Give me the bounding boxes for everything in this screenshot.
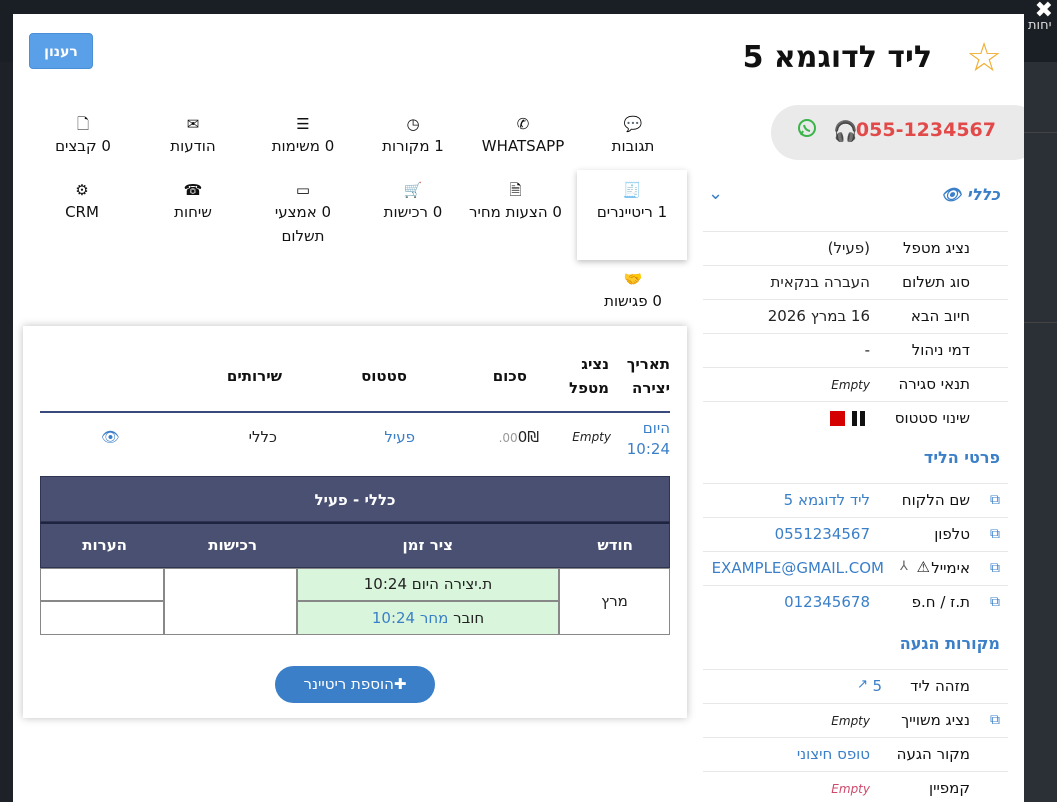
phone-number[interactable]: 055-1234567: [856, 119, 996, 141]
file-icon: 🗋: [76, 115, 90, 133]
page-title: ליד לדוגמא 5: [742, 40, 932, 75]
info-row-management-fee: דמי ניהול -: [703, 333, 1008, 367]
row-created[interactable]: היום 10:24: [620, 418, 670, 460]
merge-icon[interactable]: ⅄: [900, 559, 908, 574]
info-row-assigned-agent: ⧉ נציג משוייך Empty: [703, 703, 1008, 737]
background-left-edge: [0, 62, 14, 802]
info-row-source: מקור הגעה טופס חיצוני: [703, 737, 1008, 771]
envelope-icon: ✉: [186, 115, 200, 133]
retainers-panel: תאריך יצירה נציג מטפל סכום סטטוס שירותים…: [23, 326, 687, 718]
tasks-icon: ☰: [296, 115, 310, 133]
add-retainer-button[interactable]: ✚הוספת ריטיינר: [275, 666, 435, 703]
close-icon[interactable]: ✖: [1035, 0, 1053, 22]
copy-icon[interactable]: ⧉: [990, 560, 1000, 576]
warning-icon: ⚠: [916, 558, 930, 576]
copy-icon[interactable]: ⧉: [990, 594, 1000, 610]
headset-icon[interactable]: 🎧: [833, 119, 858, 143]
tab-payment-methods[interactable]: ▭ 0 אמצעי תשלום: [258, 180, 348, 248]
copy-icon[interactable]: ⧉: [990, 526, 1000, 542]
info-row-next-charge: חיוב הבא 16 במרץ 2026: [703, 299, 1008, 333]
info-row-lead-id: מזהה ליד 5 ↗: [703, 669, 1008, 703]
info-row-customer-name: ⧉ שם הלקוח ליד לדוגמא 5: [703, 483, 1008, 517]
retainer-detail-header: חודש ציר זמן רכישות הערות: [40, 522, 670, 568]
tab-purchases[interactable]: 🛒 0 רכישות: [368, 180, 458, 224]
tab-sources[interactable]: ◷ 1 מקורות: [363, 114, 463, 158]
row-services: כללי: [248, 428, 277, 446]
phone-icon: ☎: [183, 181, 203, 199]
purchases-cell: [164, 568, 297, 635]
phone-bar: 055-1234567 🎧: [771, 105, 1024, 160]
tab-calls[interactable]: ☎ שיחות: [148, 180, 238, 224]
chevron-down-icon[interactable]: ⌄: [708, 183, 723, 204]
credit-card-icon: ▭: [295, 181, 311, 199]
col-agent-header[interactable]: נציג מטפל: [559, 352, 609, 400]
star-icon[interactable]: ☆: [966, 38, 1002, 78]
status-indicator[interactable]: [830, 411, 870, 427]
tab-whatsapp[interactable]: ✆ WHATSAPP: [468, 114, 578, 158]
general-section-title: כללי 👁: [940, 185, 1000, 204]
gear-icon: ⚙: [75, 181, 89, 199]
tab-files[interactable]: 🗋 0 קבצים: [33, 114, 133, 158]
col-amount-header[interactable]: סכום: [493, 364, 527, 388]
col-services-header[interactable]: שירותים: [227, 364, 282, 388]
refresh-button[interactable]: רענון: [29, 33, 93, 69]
col-status-header[interactable]: סטטוס: [361, 364, 407, 388]
lead-modal: רענון ☆ ליד לדוגמא 5 055-1234567 🎧 💬 תגו…: [13, 14, 1024, 802]
copy-icon[interactable]: ⧉: [990, 712, 1000, 728]
retainer-detail-title: כללי - פעיל: [40, 476, 670, 522]
notes-cell[interactable]: [40, 568, 164, 601]
timeline-charged: חובר מחר 10:24: [297, 601, 559, 635]
month-cell: מרץ: [559, 568, 670, 635]
whatsapp-icon[interactable]: [797, 118, 817, 143]
info-row-closing-terms: תנאי סגירה Empty: [703, 367, 1008, 401]
tab-tasks[interactable]: ☰ 0 משימות: [248, 114, 358, 158]
tab-retainers[interactable]: 🧾 1 ריטיינרים: [577, 170, 687, 260]
invoice-icon: 🧾: [622, 181, 642, 199]
info-row-id-number: ⧉ ת.ז / ח.פ 012345678: [703, 585, 1008, 619]
info-row-status-change: שינוי סטטוס: [703, 401, 1008, 435]
info-row-agent: נציג מטפל (פעיל): [703, 231, 1008, 265]
whatsapp-icon: ✆: [516, 115, 530, 133]
tab-quotes[interactable]: 🗎 0 הצעות מחיר: [458, 180, 573, 224]
eye-icon[interactable]: 👁: [101, 428, 120, 446]
pdf-icon: 🗎: [509, 181, 522, 199]
tab-meetings[interactable]: 🤝 0 פגישות: [588, 269, 678, 313]
header-divider: [40, 411, 670, 413]
copy-icon[interactable]: ⧉: [990, 492, 1000, 508]
info-row-campaign: קמפיין Empty: [703, 771, 1008, 802]
info-row-email: ⧉ אימייל ⚠ ⅄ EXAMPLE@GMAIL.COM: [703, 551, 1008, 585]
info-row-phone: ⧉ טלפון 0551234567: [703, 517, 1008, 551]
general-section-header[interactable]: ⌄ כללי 👁: [703, 179, 1008, 227]
notes-cell[interactable]: [40, 601, 164, 635]
eye-icon: 👁: [940, 185, 962, 204]
external-link-icon[interactable]: ↗: [857, 677, 868, 692]
tab-crm[interactable]: ⚙ CRM: [43, 180, 121, 224]
row-amount: .000₪: [498, 428, 539, 446]
col-created-header[interactable]: תאריך יצירה: [620, 352, 670, 400]
tab-messages[interactable]: ✉ הודעות: [143, 114, 243, 158]
lead-details-title: פרטי הליד: [923, 448, 1000, 467]
handshake-icon: 🤝: [623, 270, 643, 288]
clock-icon: ◷: [406, 115, 420, 133]
comments-icon: 💬: [623, 115, 643, 133]
timeline-created: ת.יצירה היום 10:24: [297, 568, 559, 601]
plus-icon: ✚: [393, 675, 407, 693]
cart-icon: 🛒: [403, 181, 423, 199]
background-right-edge: [1024, 62, 1057, 802]
row-status[interactable]: פעיל: [384, 428, 415, 446]
info-row-payment-type: סוג תשלום העברה בנקאית: [703, 265, 1008, 299]
tab-responses[interactable]: 💬 תגובות: [588, 114, 678, 158]
sources-title: מקורות הגעה: [899, 634, 1000, 653]
row-agent: Empty: [572, 430, 611, 444]
